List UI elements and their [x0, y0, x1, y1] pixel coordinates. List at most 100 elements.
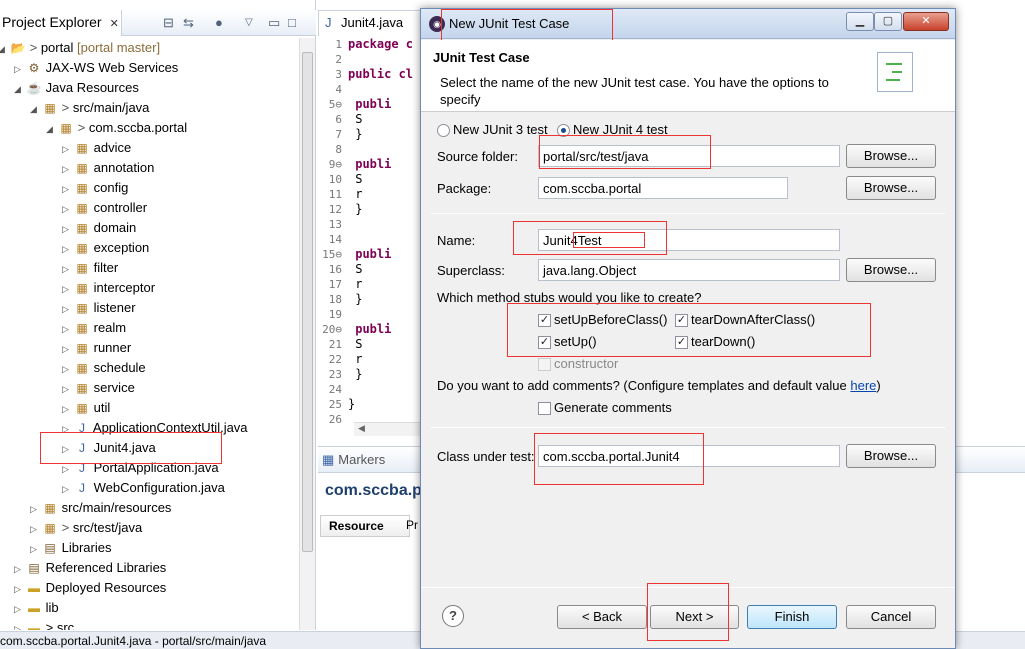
tab-markers[interactable]: ▦ Markers [322, 452, 385, 468]
chevron-right-icon[interactable]: ▷ [62, 259, 74, 279]
tree-item[interactable]: ▷ J WebConfiguration.java [62, 478, 225, 498]
chevron-right-icon[interactable]: ▷ [62, 239, 74, 259]
chevron-right-icon[interactable]: ▷ [62, 479, 74, 499]
tree-item[interactable]: ▷ ▦ domain [62, 218, 136, 238]
generate-comments-checkbox[interactable] [538, 402, 551, 415]
finish-button[interactable]: Finish [747, 605, 837, 629]
chevron-right-icon[interactable]: ▷ [30, 499, 42, 519]
chevron-right-icon[interactable]: ▷ [14, 579, 26, 599]
tree-item[interactable]: ▷ ▦ > src/test/java [30, 518, 142, 538]
tree-item[interactable]: ▷ ▦ controller [62, 198, 147, 218]
code-line[interactable]: 16 S [318, 262, 363, 277]
generate-comments-label[interactable]: Generate comments [554, 400, 672, 415]
tree-item[interactable]: ▷ ⚙ JAX-WS Web Services [14, 58, 178, 78]
chevron-right-icon[interactable]: ▷ [14, 599, 26, 619]
code-line[interactable]: 15⊖ publi [318, 247, 391, 262]
configure-templates-link[interactable]: here [850, 378, 876, 393]
code-line[interactable]: 10 S [318, 172, 363, 187]
collapse-all-icon[interactable]: ⊟ [163, 15, 174, 31]
chevron-right-icon[interactable]: ▷ [62, 399, 74, 419]
code-line[interactable]: 8 [318, 142, 348, 157]
chevron-right-icon[interactable]: ▷ [30, 539, 42, 559]
code-line[interactable]: 22 r [318, 352, 363, 367]
close-icon[interactable]: ✕ [110, 18, 119, 30]
tree-item[interactable]: ▷ ▦ realm [62, 318, 126, 338]
chevron-right-icon[interactable]: ▷ [14, 59, 26, 79]
cancel-button[interactable]: Cancel [846, 605, 936, 629]
tree-item[interactable]: ▷ ▬ lib [14, 598, 59, 618]
browse-superclass-button[interactable]: Browse... [846, 258, 936, 282]
tree-item[interactable]: ▷ ▦ config [62, 178, 128, 198]
chevron-right-icon[interactable]: ▷ [62, 279, 74, 299]
radio-junit3-label[interactable]: New JUnit 3 test [453, 122, 548, 137]
code-line[interactable]: 5⊖ publi [318, 97, 392, 112]
code-line[interactable]: 18 } [318, 292, 363, 307]
code-line[interactable]: 1 package c [318, 37, 413, 52]
code-line[interactable]: 4 [318, 82, 348, 97]
code-line[interactable]: 12 } [318, 202, 363, 217]
code-line[interactable]: 14 [318, 232, 348, 247]
tree-item[interactable]: ▷ ▦ annotation [62, 158, 154, 178]
tree-item[interactable]: ◢ ▦ > src/main/java [30, 98, 149, 118]
chevron-right-icon[interactable]: ▷ [62, 299, 74, 319]
column-header-pr[interactable]: Pr [406, 515, 418, 532]
chevron-right-icon[interactable]: ▷ [62, 319, 74, 339]
minimize-icon[interactable]: ▭ [268, 15, 280, 31]
chevron-right-icon[interactable]: ▷ [62, 339, 74, 359]
tab-junit4-java[interactable]: J Junit4.java [318, 10, 428, 36]
minimize-window-button[interactable]: ▁ [846, 12, 874, 31]
focus-icon[interactable]: ● [215, 15, 223, 30]
radio-junit3[interactable] [437, 124, 450, 137]
tree-item[interactable]: ▷ ▤ Referenced Libraries [14, 558, 166, 578]
code-line[interactable]: 2 [318, 52, 348, 67]
chevron-right-icon[interactable]: ▷ [62, 139, 74, 159]
code-line[interactable]: 23 } [318, 367, 363, 382]
code-line[interactable]: 26 [318, 412, 348, 427]
code-editor[interactable]: 1 package c 2 3 public cl 4 5⊖ publi 6 S7 } 8 9⊖ … [318, 37, 428, 427]
tree-item[interactable]: ◢ ▦ > com.sccba.portal [46, 118, 187, 138]
tree-item[interactable]: ▷ ▦ service [62, 378, 135, 398]
chevron-right-icon[interactable]: ▷ [14, 559, 26, 579]
view-menu-icon[interactable]: ▽ [245, 17, 253, 28]
help-button[interactable]: ? [442, 605, 464, 627]
tree-item[interactable]: ▷ ▦ listener [62, 298, 136, 318]
code-line[interactable]: 7 } [318, 127, 362, 142]
chevron-down-icon[interactable]: ◢ [14, 79, 26, 99]
code-line[interactable]: 21 S [318, 337, 363, 352]
tree-item[interactable]: ▷ ▦ src/main/resources [30, 498, 171, 518]
code-line[interactable]: 11 r [318, 187, 363, 202]
scrollbar-thumb[interactable] [302, 52, 313, 552]
link-with-editor-icon[interactable]: ⇆ [183, 15, 194, 31]
chevron-right-icon[interactable]: ▷ [62, 179, 74, 199]
chevron-right-icon[interactable]: ▷ [62, 199, 74, 219]
column-header-resource[interactable]: Resource [320, 515, 410, 537]
tree-item[interactable]: ▷ ▦ interceptor [62, 278, 155, 298]
chevron-right-icon[interactable]: ▷ [62, 219, 74, 239]
chevron-right-icon[interactable]: ▷ [62, 359, 74, 379]
editor-hscrollbar[interactable]: ◀ [354, 422, 424, 436]
back-button[interactable]: < Back [557, 605, 647, 629]
tree-item[interactable]: ◢ ☕ Java Resources [14, 78, 139, 98]
chevron-right-icon[interactable]: ▷ [62, 159, 74, 179]
chevron-right-icon[interactable]: ▷ [30, 519, 42, 539]
maximize-icon[interactable]: □ [288, 15, 296, 30]
code-line[interactable]: 17 r [318, 277, 363, 292]
browse-package-button[interactable]: Browse... [846, 176, 936, 200]
code-line[interactable]: 3 public cl [318, 67, 413, 82]
code-line[interactable]: 19 [318, 307, 348, 322]
browse-class-under-test-button[interactable]: Browse... [846, 444, 936, 468]
chevron-right-icon[interactable]: ▷ [62, 379, 74, 399]
explorer-scrollbar[interactable] [299, 38, 315, 630]
tree-item[interactable]: ▷ ▦ filter [62, 258, 118, 278]
code-line[interactable]: 6 S [318, 112, 362, 127]
tree-item[interactable]: ◢ 📂 > portal [portal master] [0, 38, 160, 58]
chevron-down-icon[interactable]: ◢ [0, 39, 10, 59]
chevron-down-icon[interactable]: ◢ [46, 119, 58, 139]
code-line[interactable]: 20⊖ publi [318, 322, 391, 337]
tree-item[interactable]: ▷ ▬ > src [14, 618, 74, 630]
code-line[interactable]: 25} [318, 397, 355, 412]
tree-item[interactable]: ▷ ▤ Libraries [30, 538, 111, 558]
tree-item[interactable]: ▷ ▦ util [62, 398, 110, 418]
tree-item[interactable]: ▷ ▦ runner [62, 338, 131, 358]
chevron-right-icon[interactable]: ▷ [14, 619, 26, 630]
